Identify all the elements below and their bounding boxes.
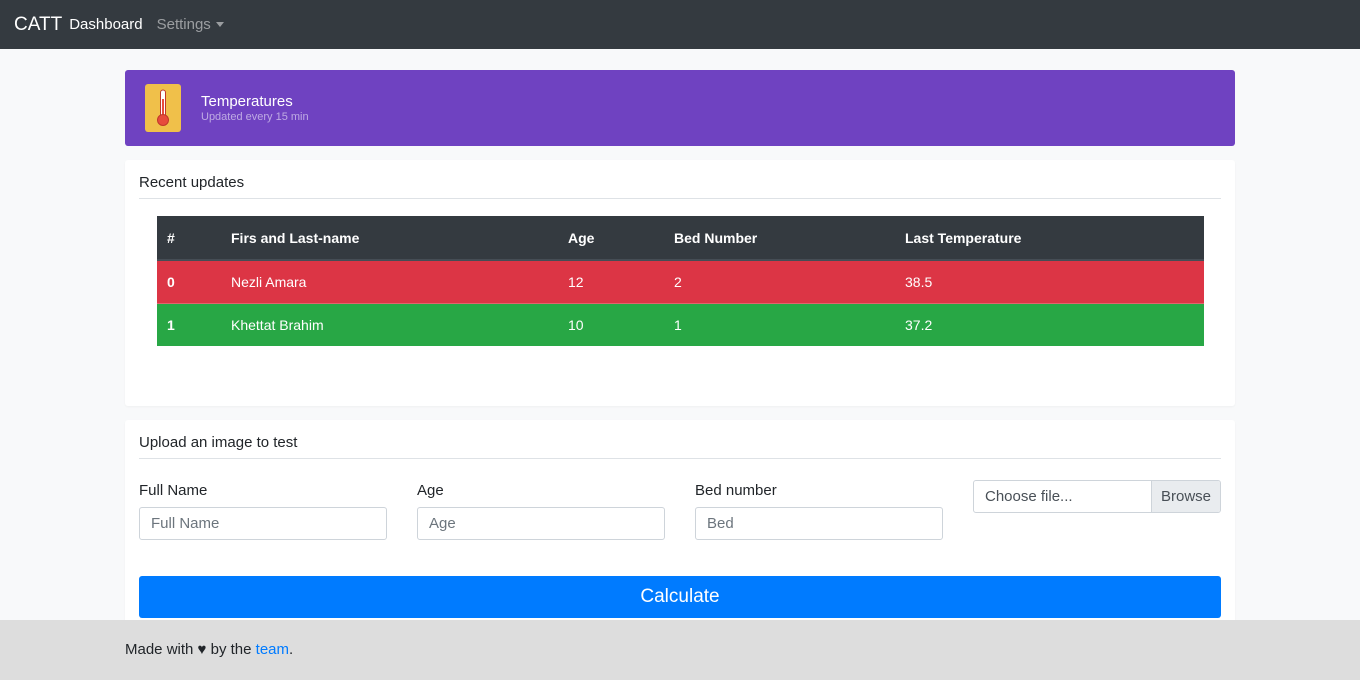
patients-table: # Firs and Last-name Age Bed Number Last… (157, 216, 1204, 346)
footer: Made with ♥ by the team. (0, 620, 1360, 680)
column-header: Firs and Last-name (221, 216, 558, 261)
patient-name: Nezli Amara (221, 260, 558, 304)
column-header: # (157, 216, 221, 261)
age-label: Age (417, 482, 444, 499)
last-temperature: 38.5 (895, 260, 1204, 304)
thermometer-icon (145, 84, 181, 132)
column-header: Last Temperature (895, 216, 1204, 261)
upload-heading: Upload an image to test (139, 420, 1221, 459)
banner-text: Temperatures Updated every 15 min (201, 93, 309, 124)
row-index: 1 (167, 316, 175, 333)
patient-age: 12 (558, 260, 664, 304)
age-group: Age (417, 482, 665, 540)
team-link[interactable]: team (256, 641, 289, 658)
table-row: 1 Khettat Brahim 10 1 37.2 (157, 303, 1204, 346)
footer-suffix: . (289, 641, 294, 658)
row-index: 0 (157, 260, 221, 304)
last-temperature: 37.2 (905, 316, 933, 333)
upload-card: Upload an image to test Full Name Age Be… (125, 420, 1235, 630)
table-header-row: # Firs and Last-name Age Bed Number Last… (157, 216, 1204, 261)
browse-button[interactable]: Browse (1151, 481, 1220, 512)
footer-by: by the (210, 641, 252, 658)
nav-dashboard-link[interactable]: Dashboard (69, 16, 142, 33)
calculate-button[interactable]: Calculate (139, 576, 1221, 618)
banner-subtitle: Updated every 15 min (201, 110, 309, 123)
settings-dropdown[interactable]: Settings (157, 16, 224, 33)
settings-dropdown-label: Settings (156, 16, 211, 33)
column-header: Age (558, 216, 664, 261)
full-name-input[interactable] (139, 507, 387, 540)
temperatures-banner: Temperatures Updated every 15 min (125, 70, 1235, 146)
recent-updates-heading: Recent updates (139, 160, 1221, 199)
age-input[interactable] (417, 507, 665, 540)
bed-input[interactable] (695, 507, 943, 540)
full-name-label: Full Name (139, 482, 208, 499)
caret-down-icon (215, 22, 224, 27)
file-picker-label: Choose file... (985, 488, 1073, 505)
column-header: Bed Number (664, 216, 895, 261)
heart-icon: ♥ (197, 641, 207, 658)
patient-name: Khettat Brahim (231, 316, 324, 333)
file-picker[interactable]: Choose file... Browse (973, 480, 1221, 513)
top-navbar: CATT Dashboard Settings (0, 0, 1360, 49)
table-row: 0 Nezli Amara 12 2 38.5 (157, 260, 1204, 304)
bed-label: Bed number (695, 482, 777, 499)
footer-prefix: Made with (125, 641, 194, 658)
bed-number: 1 (674, 316, 682, 333)
bed-group: Bed number (695, 482, 943, 540)
bed-number: 2 (664, 260, 895, 304)
banner-title: Temperatures (201, 92, 293, 110)
brand-logo[interactable]: CATT (14, 14, 62, 36)
full-name-group: Full Name (139, 482, 387, 540)
recent-updates-card: Recent updates # Firs and Last-name Age … (125, 160, 1235, 406)
patient-age: 10 (568, 316, 584, 333)
